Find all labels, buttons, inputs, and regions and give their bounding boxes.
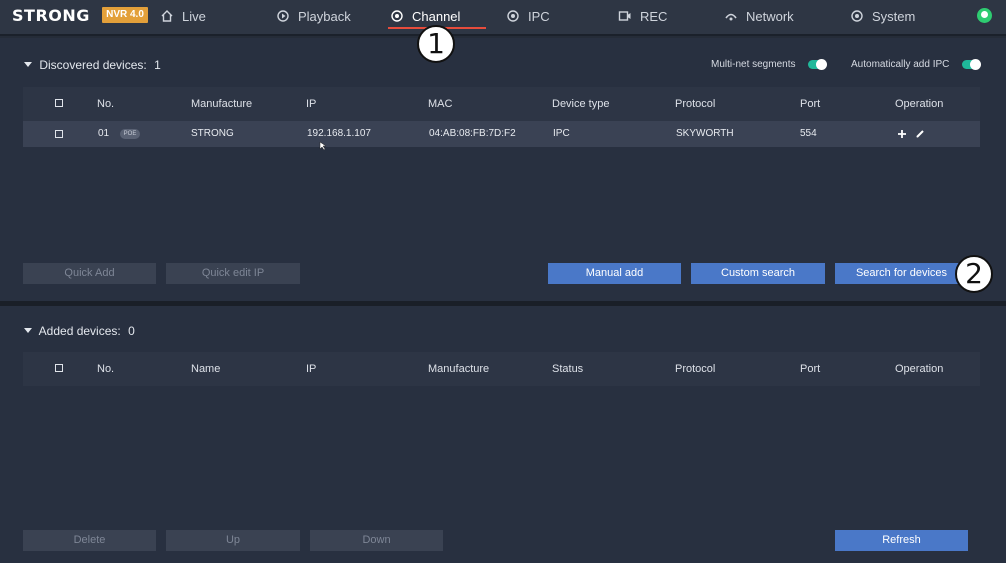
multi-net-toggle[interactable]	[808, 59, 827, 70]
col-protocol: Protocol	[675, 363, 716, 375]
nav-playback[interactable]: Playback	[276, 0, 351, 32]
row-mac: 04:AB:08:FB:7D:F2	[429, 128, 516, 139]
col-manufacture: Manufacture	[191, 98, 253, 110]
home-icon	[161, 10, 173, 22]
col-port: Port	[800, 363, 821, 375]
nav-rec[interactable]: REC	[618, 0, 667, 32]
brand-logo: STRONG	[12, 6, 90, 25]
col-mac: MAC	[428, 98, 453, 110]
custom-search-button[interactable]: Custom search	[691, 263, 825, 284]
discovered-table-header: No. Manufacture IP MAC Device type Proto…	[23, 87, 980, 121]
col-no: No.	[97, 98, 115, 110]
discovered-devices-title: Discovered devices:	[39, 58, 147, 72]
col-ip: IP	[306, 363, 317, 375]
nav-system-label: System	[872, 8, 916, 24]
nav-channel-label: Channel	[412, 8, 461, 24]
ipc-icon	[507, 10, 519, 22]
added-table-header: No. Name IP Manufacture Status Protocol …	[23, 352, 980, 386]
added-devices-header[interactable]: Added devices: 0	[24, 324, 135, 338]
row-manufacture: STRONG	[191, 128, 234, 139]
nav-network-label: Network	[746, 8, 794, 24]
added-devices-count: 0	[128, 324, 135, 338]
nav-live-label: Live	[182, 8, 206, 24]
auto-add-toggle[interactable]	[962, 59, 981, 70]
col-protocol: Protocol	[675, 98, 716, 110]
col-manufacture: Manufacture	[428, 363, 490, 375]
nav-live[interactable]: Live	[160, 0, 206, 32]
row-checkbox[interactable]	[55, 130, 63, 138]
nav-rec-label: REC	[640, 8, 668, 24]
quick-edit-ip-button[interactable]: Quick edit IP	[166, 263, 300, 284]
col-name: Name	[191, 363, 221, 375]
poe-tag: POE	[120, 129, 140, 139]
discovered-devices-header[interactable]: Discovered devices: 1	[24, 58, 161, 72]
mouse-cursor-icon	[319, 141, 327, 151]
quick-add-button[interactable]: Quick Add	[23, 263, 156, 284]
manual-add-button[interactable]: Manual add	[548, 263, 681, 284]
discovered-devices-count: 1	[154, 58, 161, 72]
collapse-triangle-icon	[24, 328, 32, 333]
added-devices-panel: Added devices: 0 No. Name IP Manufacture…	[0, 306, 1006, 563]
table-row[interactable]: 01 POE STRONG 192.168.1.107 04:AB:08:FB:…	[23, 121, 980, 147]
annotation-2: 2	[955, 255, 993, 293]
col-device-type: Device type	[552, 98, 610, 110]
refresh-button[interactable]: Refresh	[835, 530, 968, 551]
col-operation: Operation	[895, 98, 944, 110]
col-ip: IP	[306, 98, 317, 110]
col-status: Status	[552, 363, 584, 375]
nav-playback-label: Playback	[298, 8, 351, 24]
select-all-checkbox[interactable]	[55, 99, 63, 107]
up-button[interactable]: Up	[166, 530, 300, 551]
col-operation: Operation	[895, 363, 944, 375]
nav-system[interactable]: System	[850, 0, 915, 32]
added-devices-title: Added devices:	[38, 324, 121, 338]
row-no: 01	[98, 128, 110, 139]
add-plus-icon[interactable]	[897, 129, 907, 139]
rec-icon	[618, 11, 631, 21]
edit-pencil-icon[interactable]	[915, 129, 925, 139]
row-device-type: IPC	[553, 128, 570, 139]
delete-button[interactable]: Delete	[23, 530, 156, 551]
collapse-triangle-icon	[24, 62, 32, 67]
multi-net-label: Multi-net segments	[711, 59, 796, 70]
search-devices-button[interactable]: Search for devices	[835, 263, 968, 284]
version-badge: NVR 4.0	[102, 7, 148, 23]
nav-ipc[interactable]: IPC	[506, 0, 550, 32]
system-icon	[851, 10, 863, 22]
playback-icon	[277, 10, 289, 22]
network-icon	[725, 13, 737, 21]
nav-ipc-label: IPC	[528, 8, 550, 24]
top-nav-bar: STRONG NVR 4.0 Live Playback Channel IPC…	[0, 0, 1006, 36]
col-no: No.	[97, 363, 115, 375]
down-button[interactable]: Down	[310, 530, 443, 551]
channel-icon	[391, 10, 403, 22]
row-protocol: SKYWORTH	[676, 128, 734, 139]
annotation-1: 1	[417, 25, 455, 63]
user-icon[interactable]	[977, 8, 992, 23]
row-ip: 192.168.1.107	[307, 128, 371, 139]
auto-add-label: Automatically add IPC	[851, 59, 950, 70]
select-all-checkbox[interactable]	[55, 364, 63, 372]
discovered-devices-panel: Discovered devices: 1 Multi-net segments…	[0, 38, 1006, 301]
nav-network[interactable]: Network	[724, 0, 794, 32]
row-port: 554	[800, 128, 817, 139]
col-port: Port	[800, 98, 821, 110]
